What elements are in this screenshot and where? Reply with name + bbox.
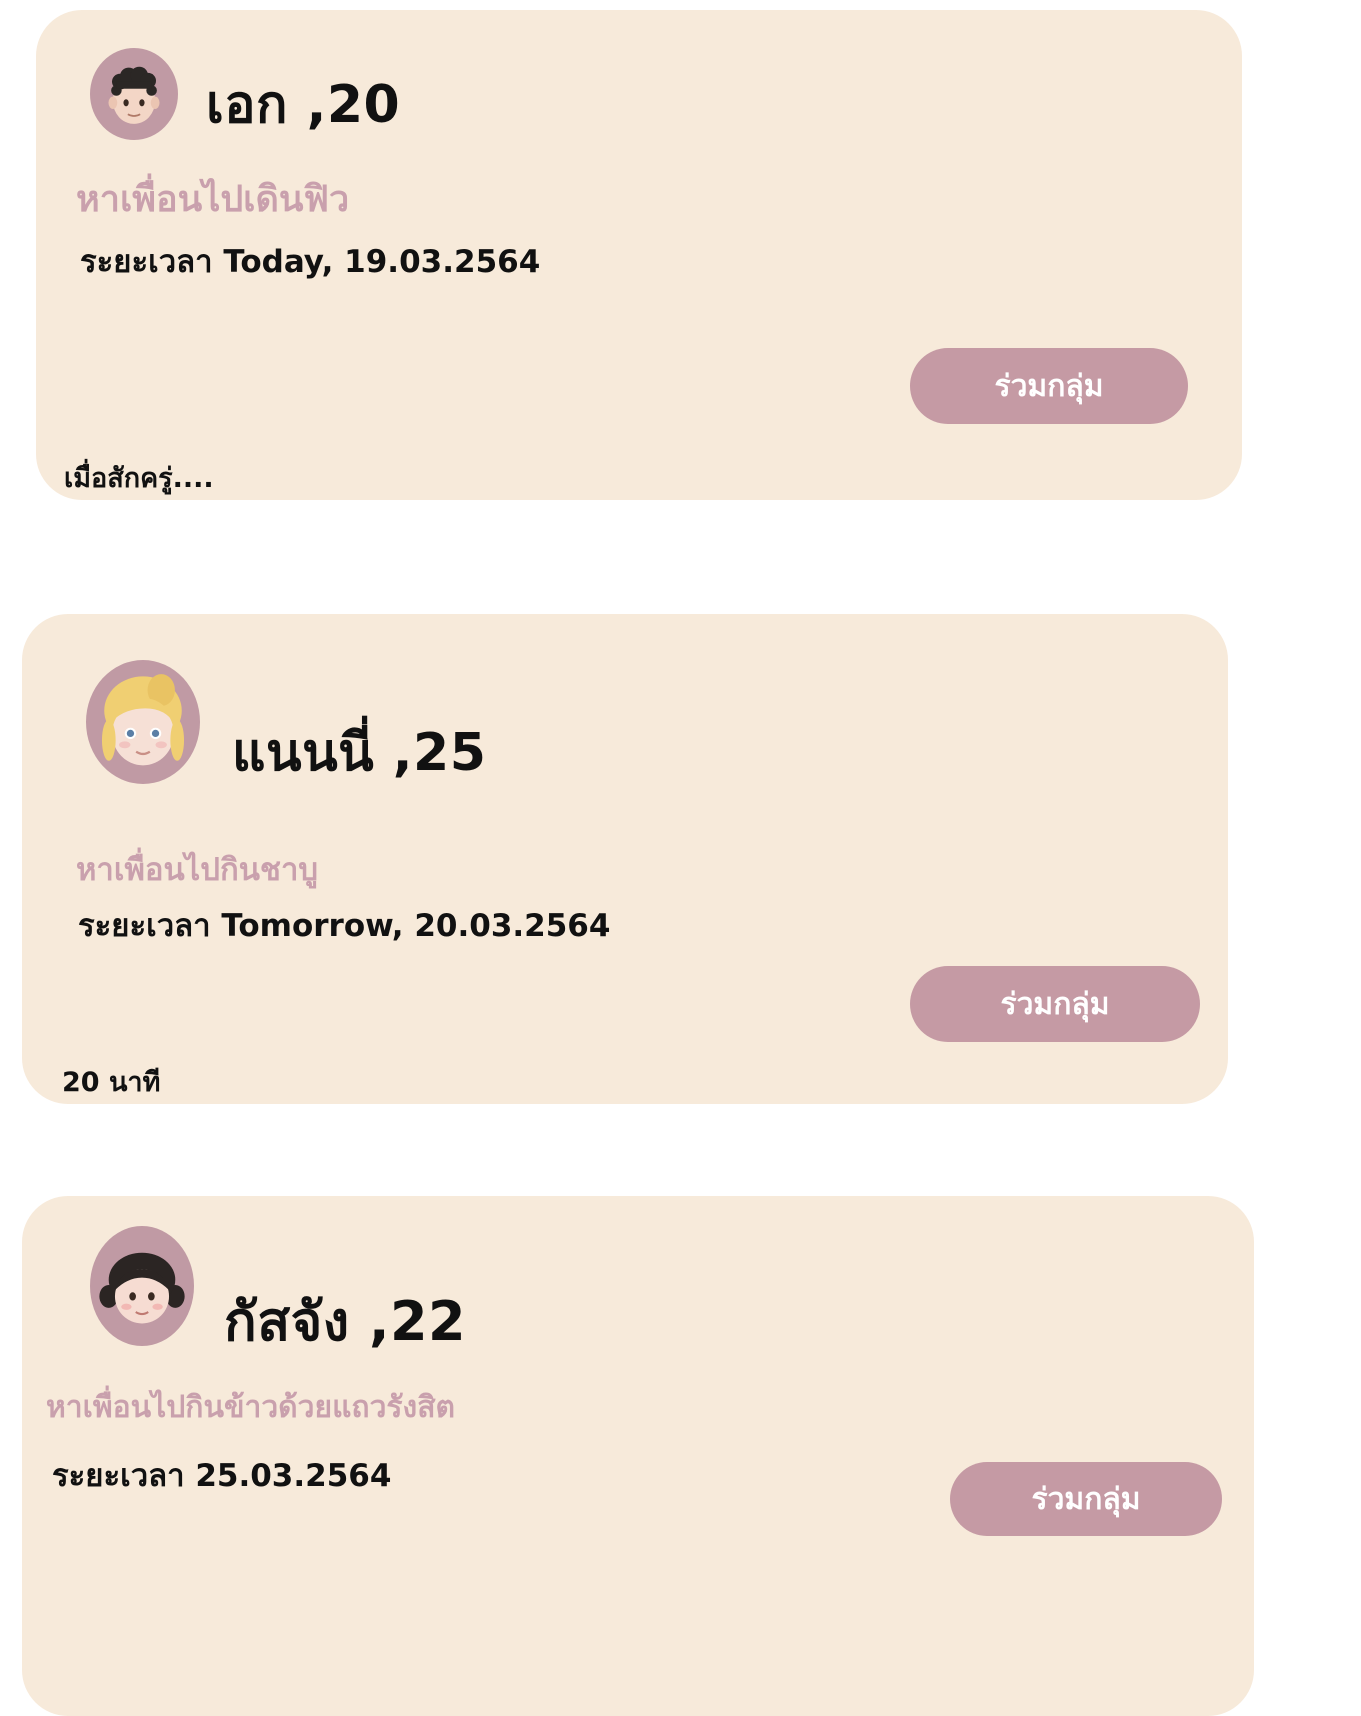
post-card: กัสจัง ,22 หาเพื่อนไปกินข้าวด้วยแถวรังสิ…: [22, 1196, 1254, 1716]
activity-title: หาเพื่อนไปเดินฟิว: [76, 179, 350, 220]
activity-title: หาเพื่อนไปกินชาบู: [76, 852, 319, 888]
user-name: เอก ,20: [206, 75, 401, 135]
activity-time: ระยะเวลา Today, 19.03.2564: [80, 244, 541, 280]
avatar[interactable]: [90, 48, 178, 140]
post-card: แนนนี่ ,25 หาเพื่อนไปกินชาบู ระยะเวลา To…: [22, 614, 1228, 1104]
activity-time: ระยะเวลา Tomorrow, 20.03.2564: [78, 908, 611, 944]
join-group-button[interactable]: ร่วมกลุ่ม: [950, 1462, 1222, 1536]
avatar[interactable]: [86, 660, 200, 784]
join-group-button[interactable]: ร่วมกลุ่ม: [910, 966, 1200, 1042]
activity-time: ระยะเวลา 25.03.2564: [52, 1458, 392, 1494]
girl-emoji-icon: [99, 1252, 185, 1324]
join-group-button[interactable]: ร่วมกลุ่ม: [910, 348, 1188, 424]
user-name: กัสจัง ,22: [224, 1290, 467, 1353]
boy-emoji-icon: [108, 66, 160, 124]
posted-time: 20 นาที: [62, 1067, 161, 1098]
posted-time: เมื่อสักครู่....: [64, 463, 214, 494]
blonde-woman-emoji-icon: [101, 674, 185, 766]
post-card: เอก ,20 หาเพื่อนไปเดินฟิว ระยะเวลา Today…: [36, 10, 1242, 500]
user-name: แนนนี่ ,25: [232, 723, 487, 783]
avatar[interactable]: [90, 1226, 194, 1346]
activity-title: หาเพื่อนไปกินข้าวด้วยแถวรังสิต: [46, 1390, 455, 1425]
